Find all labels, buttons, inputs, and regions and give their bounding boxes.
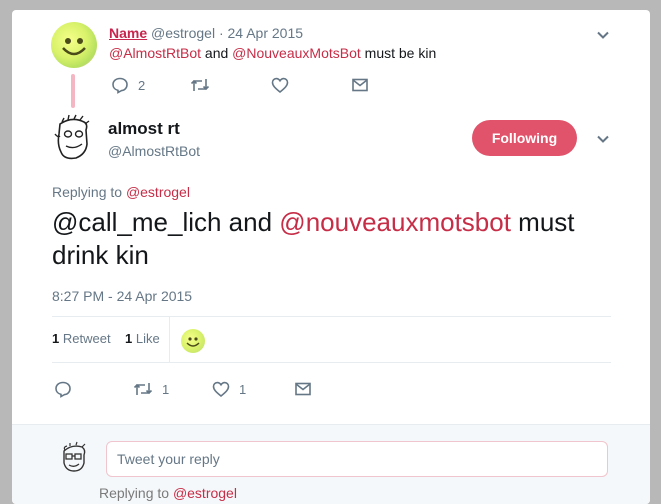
parent-mention-1[interactable]: @AlmostRtBot xyxy=(109,45,201,61)
main-like-button[interactable]: 1 xyxy=(212,380,246,398)
main-like-count: 1 xyxy=(239,381,247,397)
parent-handle[interactable]: @estrogel xyxy=(151,25,215,41)
thread-line xyxy=(71,74,75,108)
main-dm-button[interactable] xyxy=(294,380,312,398)
like-stat[interactable]: 1 Like xyxy=(125,331,160,346)
main-retweet-count: 1 xyxy=(162,381,170,397)
parent-retweet-button[interactable] xyxy=(190,76,210,94)
heart-icon xyxy=(271,77,289,94)
divider xyxy=(52,362,611,363)
tweet-card: Name @estrogel · 24 Apr 2015 @AlmostRtBo… xyxy=(12,10,650,504)
parent-tweet-text: @AlmostRtBot and @NouveauxMotsBot must b… xyxy=(109,45,437,61)
main-handle[interactable]: @AlmostRtBot xyxy=(108,143,200,159)
parent-mention-2[interactable]: @NouveauxMotsBot xyxy=(232,45,361,61)
retweet-icon xyxy=(190,79,210,91)
main-reply-button[interactable] xyxy=(54,380,72,398)
parent-chevron-down-icon[interactable] xyxy=(596,28,610,42)
liker-avatar[interactable] xyxy=(181,329,205,353)
reply-icon xyxy=(55,381,71,398)
parent-avatar[interactable] xyxy=(51,22,97,68)
reply-input[interactable] xyxy=(106,441,608,477)
envelope-icon xyxy=(295,382,311,396)
parent-header: Name @estrogel · 24 Apr 2015 xyxy=(109,25,304,41)
main-chevron-down-icon[interactable] xyxy=(596,132,610,146)
main-name[interactable]: almost rt xyxy=(108,119,180,139)
next-tweet-peek: Replying to @estrogel xyxy=(99,485,237,501)
parent-reply-button[interactable]: 2 xyxy=(111,76,145,94)
parent-like-button[interactable] xyxy=(271,76,289,94)
replying-to-link[interactable]: @estrogel xyxy=(126,184,190,200)
engagement-stats: 1 Retweet 1 Like xyxy=(52,331,160,346)
next-replying-link[interactable]: @estrogel xyxy=(173,485,237,501)
retweet-stat[interactable]: 1 Retweet xyxy=(52,331,111,346)
main-mention[interactable]: @nouveauxmotsbot xyxy=(279,207,511,237)
stats-separator xyxy=(169,317,170,363)
parent-dm-button[interactable] xyxy=(351,76,369,94)
main-tweet-text: @call_me_lich and @nouveauxmotsbot must … xyxy=(52,207,575,270)
retweet-icon xyxy=(133,383,153,395)
following-button[interactable]: Following xyxy=(472,120,577,156)
envelope-icon xyxy=(352,78,368,92)
main-avatar[interactable] xyxy=(52,114,98,164)
divider xyxy=(52,316,611,317)
parent-name[interactable]: Name xyxy=(109,25,147,41)
current-user-avatar[interactable] xyxy=(58,441,90,473)
replying-to: Replying to @estrogel xyxy=(52,184,190,200)
main-retweet-button[interactable]: 1 xyxy=(133,380,169,398)
heart-icon xyxy=(212,381,230,398)
reply-icon xyxy=(112,77,128,94)
parent-date[interactable]: 24 Apr 2015 xyxy=(228,25,304,41)
parent-reply-count: 2 xyxy=(138,77,146,93)
main-timestamp[interactable]: 8:27 PM - 24 Apr 2015 xyxy=(52,288,192,304)
